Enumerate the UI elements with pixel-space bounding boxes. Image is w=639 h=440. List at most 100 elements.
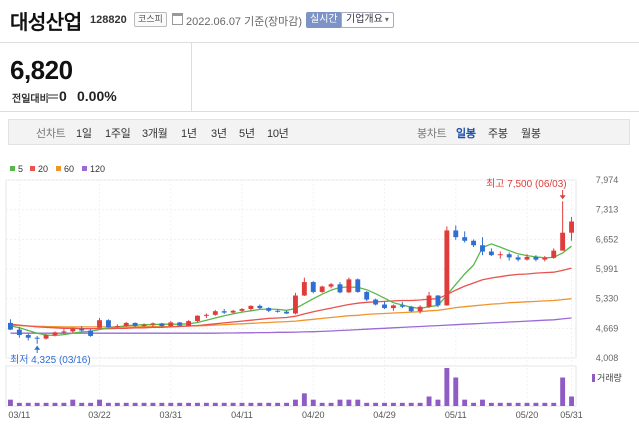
y-tick-label: 7,313 <box>596 205 619 215</box>
y-tick-label: 6,652 <box>596 234 619 244</box>
stock-code: 128820 <box>90 14 127 26</box>
x-tick-label: 05/31 <box>560 410 583 420</box>
volume-bar <box>8 399 13 406</box>
volume-bar <box>52 402 58 406</box>
low-arrow-head <box>34 345 41 350</box>
volume-bar <box>97 399 102 406</box>
candle-body <box>417 306 423 312</box>
volume-bar <box>177 402 183 406</box>
legend-swatch <box>10 166 15 171</box>
realtime-button[interactable]: 실시간 <box>306 12 342 28</box>
x-tick-label: 04/20 <box>302 410 325 420</box>
price-panel: 6,820 전일대비 0 0.00% <box>0 43 192 111</box>
period-1day[interactable]: 1일 <box>76 125 92 141</box>
candle-body <box>141 324 147 327</box>
line-chart-label[interactable]: 선차트 <box>36 125 66 141</box>
candle-body <box>408 306 414 312</box>
volume-bar <box>257 402 263 406</box>
period-3month[interactable]: 3개월 <box>142 125 168 141</box>
period-1week[interactable]: 1주일 <box>105 125 131 141</box>
candle-body <box>524 256 530 260</box>
candle-body <box>159 323 165 327</box>
tab-monthly[interactable]: 월봉 <box>521 125 541 141</box>
volume-bar <box>337 399 343 406</box>
candle-body <box>382 304 387 309</box>
volume-bar <box>462 399 468 406</box>
period-10year[interactable]: 10년 <box>267 125 289 141</box>
volume-bar <box>319 402 325 406</box>
candle-body <box>203 314 209 316</box>
volume-bar <box>123 402 129 406</box>
volume-bar <box>399 402 405 406</box>
volume-bar <box>373 402 379 406</box>
tab-daily[interactable]: 일봉 <box>456 125 476 141</box>
candle-body <box>319 286 325 292</box>
volume-bar <box>390 402 396 406</box>
candle-body <box>346 279 352 293</box>
period-3year[interactable]: 3년 <box>211 125 227 141</box>
volume-bar <box>364 402 370 406</box>
volume-bar <box>524 402 530 406</box>
stock-header: 대성산업 128820 코스피 2022.06.07 기준(장마감) 실시간 기… <box>0 0 639 42</box>
volume-bar <box>79 402 85 406</box>
candle-body <box>43 335 49 339</box>
volume-bar <box>16 402 22 406</box>
candle-body <box>515 257 521 260</box>
price-chart: 7,974 7,313 6,652 5,991 5,330 4,669 4,008 03/11… <box>0 160 639 440</box>
volume-bar <box>346 399 352 406</box>
y-tick-label: 5,991 <box>596 264 619 274</box>
period-1year[interactable]: 1년 <box>181 125 197 141</box>
x-tick-label: 03/31 <box>160 410 183 420</box>
candle-body <box>497 254 503 256</box>
volume-bar <box>186 402 192 406</box>
candle-body <box>435 295 441 306</box>
candle-body <box>426 295 432 307</box>
change-value: 0 <box>59 88 67 104</box>
volume-bar <box>310 399 316 406</box>
candle-body <box>248 305 254 309</box>
volume-bar <box>132 402 138 406</box>
calendar-icon <box>172 13 183 25</box>
candle-body <box>88 330 94 336</box>
legend-swatch <box>56 166 61 171</box>
volume-bar <box>195 402 200 406</box>
period-5year[interactable]: 5년 <box>239 125 255 141</box>
company-overview-label: 기업개요 <box>346 14 383 25</box>
volume-bar <box>150 402 156 406</box>
volume-bar <box>435 399 441 406</box>
candle-body <box>221 311 227 313</box>
candle-body <box>257 305 263 309</box>
candle-body <box>239 308 245 311</box>
candle-body <box>471 240 477 246</box>
candle-body <box>390 305 396 309</box>
volume-bar <box>114 402 120 406</box>
volume-bar <box>480 399 485 406</box>
x-tick-label: 04/11 <box>231 410 253 420</box>
company-overview-dropdown[interactable]: 기업개요 ▾ <box>341 12 394 28</box>
candle-body <box>373 299 379 305</box>
market-badge: 코스피 <box>134 12 167 27</box>
candle-body <box>355 279 361 292</box>
volume-bar <box>284 402 289 406</box>
volume-label: 거래량 <box>597 372 622 383</box>
volume-bar <box>506 402 512 406</box>
volume-legend-swatch <box>592 374 595 382</box>
tab-weekly[interactable]: 주봉 <box>488 125 508 141</box>
volume-bar <box>453 377 459 406</box>
candle-body <box>569 221 574 233</box>
x-tick-label: 03/11 <box>8 410 30 420</box>
volume-bar <box>230 402 236 406</box>
flat-change-icon <box>46 94 58 99</box>
candle-body <box>70 328 76 332</box>
candle-body <box>25 335 31 338</box>
current-price: 6,820 <box>10 55 73 85</box>
candle-chart-label[interactable]: 봉차트 <box>417 125 447 141</box>
y-tick-label: 5,330 <box>596 294 619 304</box>
x-tick-label: 05/20 <box>516 410 539 420</box>
volume-bar <box>248 402 254 406</box>
candle-body <box>168 322 174 327</box>
volume-bar <box>61 402 67 406</box>
candle-body <box>79 328 85 331</box>
change-label: 전일대비 <box>12 94 49 105</box>
y-tick-label: 4,669 <box>596 323 619 333</box>
